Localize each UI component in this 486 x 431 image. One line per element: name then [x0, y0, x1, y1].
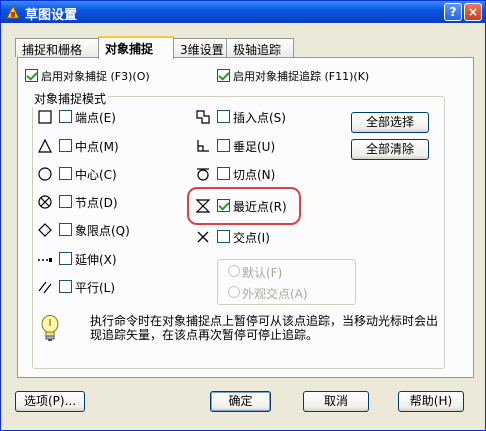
perpendicular-label: 垂足(U): [233, 140, 276, 154]
apparent-intersection-label: 外观交点(A): [242, 287, 308, 301]
square-endpoint-icon: [38, 110, 52, 124]
parallel-checkbox[interactable]: [59, 280, 72, 293]
close-button[interactable]: ×: [464, 3, 482, 21]
insertion-checkbox[interactable]: [217, 110, 230, 123]
midpoint-label: 中点(M): [75, 140, 119, 154]
default-radio[interactable]: [228, 265, 240, 277]
highlight-annotation: [187, 187, 301, 225]
options-button[interactable]: 选项(P)...: [15, 391, 85, 412]
intersection-icon: [197, 231, 209, 243]
window-title: 草图设置: [25, 8, 78, 23]
node-checkbox[interactable]: [59, 195, 72, 208]
endpoint-checkbox[interactable]: [59, 110, 72, 123]
quadrant-label: 象限点(Q): [75, 224, 130, 238]
endpoint-label: 端点(E): [75, 111, 116, 125]
tab-3d-settings[interactable]: 3维设置: [173, 38, 227, 57]
default-label: 默认(F): [242, 266, 283, 280]
dialog-window: 草图设置 ? × 捕捉和栅格 对象捕捉 3维设置 极轴追踪 启用对象捕捉 (F3…: [0, 0, 486, 431]
lightbulb-icon: [41, 315, 59, 341]
snap-on-checkbox[interactable]: [25, 69, 38, 82]
group-title: 对象捕捉模式: [32, 90, 109, 107]
circle-center-icon: [38, 167, 52, 181]
clear-all-button[interactable]: 全部清除: [351, 139, 429, 160]
select-all-button[interactable]: 全部选择: [351, 112, 429, 133]
tracking-on-checkbox[interactable]: [217, 69, 230, 82]
tangent-icon: [197, 168, 209, 181]
help-button[interactable]: 帮助(H): [398, 391, 464, 412]
title-bar[interactable]: 草图设置 ? ×: [1, 1, 485, 23]
node-label: 节点(D): [75, 196, 118, 210]
tab-object-snap[interactable]: 对象捕捉: [98, 36, 174, 59]
quadrant-checkbox[interactable]: [59, 223, 72, 236]
insertion-label: 插入点(S): [233, 111, 286, 125]
extension-label: 延伸(X): [75, 253, 117, 267]
tangent-label: 切点(N): [233, 168, 276, 182]
cancel-button[interactable]: 取消: [303, 391, 369, 412]
intersection-checkbox[interactable]: [217, 230, 230, 243]
center-label: 中心(C): [75, 168, 117, 182]
intersection-label: 交点(I): [233, 231, 270, 245]
parallel-label: 平行(L): [75, 281, 116, 295]
triangle-midpoint-icon: [38, 138, 52, 153]
center-checkbox[interactable]: [59, 167, 72, 180]
app-icon: [6, 4, 20, 19]
perpendicular-icon: [197, 140, 209, 152]
ok-button[interactable]: 确定: [210, 391, 271, 412]
snap-on-label: 启用对象捕捉 (F3)(O): [41, 70, 150, 83]
parallel-icon: [38, 281, 52, 294]
apparent-intersection-radio[interactable]: [228, 286, 240, 298]
tracking-on-label: 启用对象捕捉追踪 (F11)(K): [233, 70, 370, 83]
midpoint-checkbox[interactable]: [59, 139, 72, 152]
help-title-button[interactable]: ?: [444, 3, 462, 21]
node-icon: [38, 195, 52, 209]
info-text-line2: 现追踪矢量，在该点再次暂停可停止追踪。: [90, 328, 319, 342]
perpendicular-checkbox[interactable]: [217, 139, 230, 152]
insertion-icon: [196, 110, 210, 124]
tangent-checkbox[interactable]: [217, 167, 230, 180]
diamond-quadrant-icon: [38, 223, 52, 237]
extension-checkbox[interactable]: [59, 252, 72, 265]
tab-polar-tracking[interactable]: 极轴追踪: [226, 38, 294, 57]
tab-snap-grid[interactable]: 捕捉和栅格: [15, 38, 99, 57]
extension-icon: [38, 258, 52, 262]
